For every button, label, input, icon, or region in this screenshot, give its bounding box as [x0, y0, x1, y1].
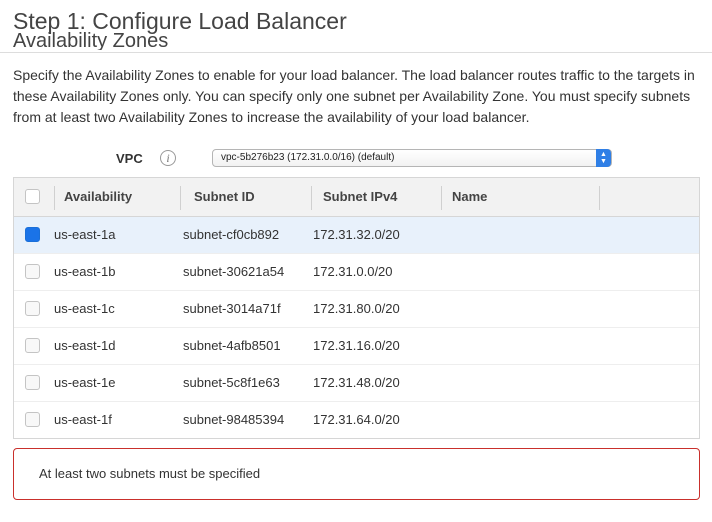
column-divider: [441, 186, 442, 210]
availability-zones-description: Specify the Availability Zones to enable…: [13, 67, 695, 125]
cell-availability-zone: us-east-1c: [54, 301, 115, 316]
row-checkbox[interactable]: [25, 338, 40, 353]
table-header: Availability Subnet ID Subnet IPv4 Name: [14, 178, 699, 217]
row-checkbox[interactable]: [25, 264, 40, 279]
cell-availability-zone: us-east-1f: [54, 412, 112, 427]
column-header-subnet-id[interactable]: Subnet ID: [194, 178, 255, 216]
cell-subnet-id: subnet-4afb8501: [183, 338, 281, 353]
table-row[interactable]: us-east-1e subnet-5c8f1e63 172.31.48.0/20: [14, 365, 699, 402]
cell-subnet-ipv4: 172.31.48.0/20: [313, 375, 400, 390]
cell-availability-zone: us-east-1d: [54, 338, 116, 353]
cell-subnet-ipv4: 172.31.0.0/20: [313, 264, 393, 279]
column-divider: [311, 186, 312, 210]
row-checkbox[interactable]: [25, 412, 40, 427]
table-body: us-east-1a subnet-cf0cb892 172.31.32.0/20 u…: [14, 217, 699, 438]
table-row[interactable]: us-east-1b subnet-30621a54 172.31.0.0/20: [14, 254, 699, 291]
cell-availability-zone: us-east-1e: [54, 375, 116, 390]
vpc-row: VPC i vpc-5b276b23 (172.31.0.0/16) (defa…: [0, 148, 712, 170]
subnets-table: Availability Subnet ID Subnet IPv4 Name …: [13, 177, 700, 439]
cell-availability-zone: us-east-1a: [54, 227, 116, 242]
table-row[interactable]: us-east-1f subnet-98485394 172.31.64.0/20: [14, 402, 699, 438]
column-divider: [180, 186, 181, 210]
cell-subnet-id: subnet-98485394: [183, 412, 285, 427]
chevron-up-down-icon: ▲ ▼: [596, 149, 611, 167]
cell-subnet-ipv4: 172.31.32.0/20: [313, 227, 400, 242]
select-all-checkbox[interactable]: [25, 189, 40, 204]
table-row[interactable]: us-east-1c subnet-3014a71f 172.31.80.0/20: [14, 291, 699, 328]
error-message: At least two subnets must be specified: [39, 466, 261, 481]
cell-subnet-ipv4: 172.31.64.0/20: [313, 412, 400, 427]
column-header-name[interactable]: Name: [452, 178, 487, 216]
row-checkbox[interactable]: [25, 227, 40, 242]
section-divider: [0, 52, 712, 53]
page-title: Step 1: Configure Load Balancer: [13, 8, 347, 34]
vpc-label: VPC: [116, 151, 143, 166]
cell-subnet-id: subnet-30621a54: [183, 264, 285, 279]
cell-subnet-id: subnet-5c8f1e63: [183, 375, 280, 390]
cell-availability-zone: us-east-1b: [54, 264, 116, 279]
cell-subnet-id: subnet-3014a71f: [183, 301, 281, 316]
row-checkbox[interactable]: [25, 375, 40, 390]
column-divider: [54, 186, 55, 210]
table-row[interactable]: us-east-1d subnet-4afb8501 172.31.16.0/20: [14, 328, 699, 365]
vpc-select[interactable]: vpc-5b276b23 (172.31.0.0/16) (default) ▲…: [212, 149, 612, 167]
vpc-select-value: vpc-5b276b23 (172.31.0.0/16) (default): [221, 152, 395, 163]
column-divider: [599, 186, 600, 210]
table-row[interactable]: us-east-1a subnet-cf0cb892 172.31.32.0/20: [14, 217, 699, 254]
cell-subnet-id: subnet-cf0cb892: [183, 227, 280, 242]
configure-load-balancer-page: Availability Zones Step 1: Configure Loa…: [0, 0, 712, 522]
cell-subnet-ipv4: 172.31.16.0/20: [313, 338, 400, 353]
cell-subnet-ipv4: 172.31.80.0/20: [313, 301, 400, 316]
error-alert: At least two subnets must be specified: [13, 448, 700, 500]
row-checkbox[interactable]: [25, 301, 40, 316]
info-icon[interactable]: i: [160, 150, 176, 166]
column-header-availability[interactable]: Availability: [64, 178, 132, 216]
column-header-subnet-ipv4[interactable]: Subnet IPv4: [323, 178, 397, 216]
